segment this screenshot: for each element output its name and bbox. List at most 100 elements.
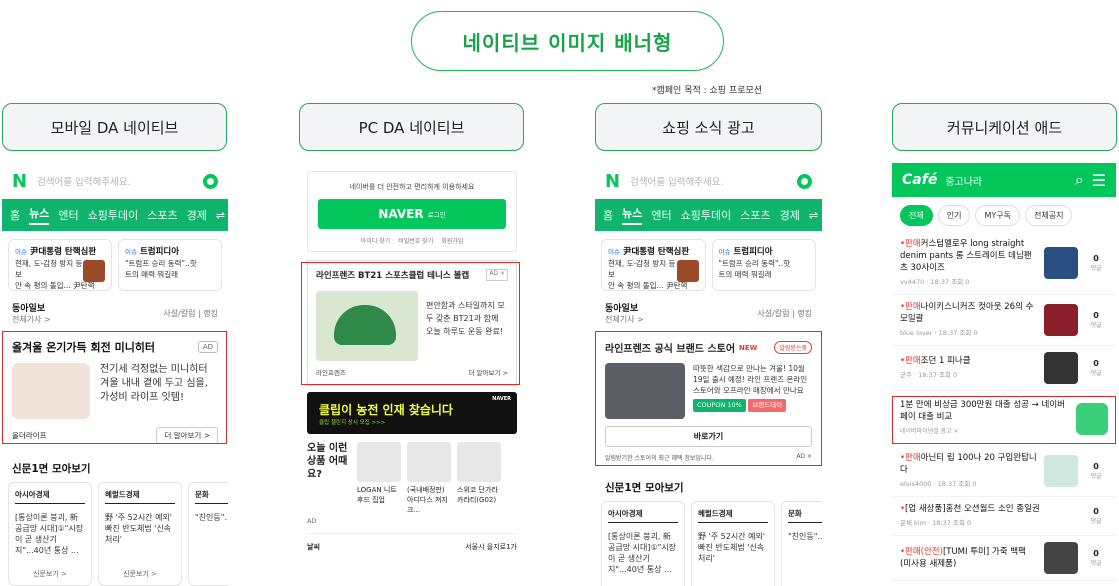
paper-card[interactable]: 아시아경제 [통상이론 붕괴, 新 공급망 시대]①"시장이 곧 생산기지"...…	[601, 501, 685, 586]
list-item[interactable]: •판매나이키스니커즈 컷아웃 26의 수모일괄 blue lover · 18:3…	[892, 295, 1116, 346]
shopping-news-ad[interactable]: 라인프렌즈 공식 브랜드 스토어 NEW 알림받는중 따뜻한 색감으로 만나는 겨울…	[595, 332, 822, 470]
post-prefix: •판매	[900, 453, 921, 463]
search-icon[interactable]: ⌕	[1075, 170, 1084, 190]
tab-sports[interactable]: 스포츠	[147, 207, 177, 223]
post-prefix: •판매	[900, 356, 921, 366]
new-badge: NEW	[739, 343, 758, 352]
tab-my-sub[interactable]: MY구독	[975, 205, 1020, 226]
tab-popular[interactable]: 인기	[937, 205, 971, 226]
tab-enter[interactable]: 엔터	[651, 207, 671, 223]
tab-sports[interactable]: 스포츠	[740, 207, 770, 223]
green-dot-icon[interactable]	[203, 173, 218, 189]
ad-title[interactable]: 라인프렌즈 BT21 스포츠클럽 테니스 볼캡	[316, 269, 469, 281]
find-id-link[interactable]: 아이디 찾기	[361, 236, 391, 245]
press-name[interactable]: 동아일보	[12, 304, 45, 314]
mobile-native-ad[interactable]: 올겨울 온기가득 회전 미니히터 AD 전기세 걱정없는 미니히터 겨울 내내 곁…	[2, 332, 228, 451]
press-name[interactable]: 동아일보	[605, 304, 638, 314]
post-image	[1044, 542, 1078, 574]
paper-card[interactable]: 헤럴드경제 野 '주 52시간 예외' 빠진 반도체법 '신속 처리' 신문보기 >	[98, 482, 182, 586]
login-button[interactable]: NAVER 로그인	[318, 199, 506, 229]
banner-sub: 클립 챌린지 상시 모집 >>>	[319, 419, 386, 426]
news-card[interactable]: 이슈 트럼피디아 "트럼프 승리 동력"..핫 트의 매력 뭐길래	[118, 239, 222, 291]
news-card[interactable]: 이슈 트럼피디아 "트럼프 승리 동력"..핫 트의 매력 뭐길래	[711, 239, 816, 291]
tab-all[interactable]: 전체	[900, 205, 933, 226]
shop-heading: 오늘 이런 상품 어때요?	[307, 443, 348, 480]
list-item[interactable]: •[업 새상품]홍천 오션월드 소인 종일권 운체 kim · 18:37 조회 …	[892, 497, 1116, 536]
post-image	[1044, 352, 1078, 384]
swap-icon[interactable]: ⇌	[216, 209, 225, 222]
news-line: 안 속 평의 돌입... 尹탄핵심...	[15, 281, 95, 290]
list-item[interactable]: •판매아닌티 립 100나 20 구입완탑니다 elvis4000 · 18:37…	[892, 446, 1116, 497]
paper-card[interactable]: 문화 "친인등"...	[188, 482, 228, 586]
press-links[interactable]: 사설/칼럼 | 랭킹	[163, 308, 218, 319]
find-password-link[interactable]: 비밀번호 찾기	[398, 236, 433, 245]
communication-ad[interactable]: 1분 만에 비상금 300만원 대출 성공 → 네이버페이 대출 비교네이버파이…	[892, 391, 1116, 446]
paper-card[interactable]: 아시아경제 [통상이론 붕괴, 新 공급망 시대]①"시장이 곧 생산기지"...…	[8, 482, 92, 586]
ad-badge[interactable]: AD ×	[796, 453, 812, 462]
search-input[interactable]: 검색어를 입력해주세요.	[630, 174, 787, 188]
weather-title[interactable]: 날씨	[307, 542, 320, 552]
ad-brand[interactable]: 올더라이프	[12, 430, 47, 441]
shop-item[interactable]: 스위코 단가라카라티(G02)	[457, 442, 501, 515]
tab-news[interactable]: 뉴스	[29, 205, 50, 225]
paper-text: 野 '주 52시간 예외' 빠진 반도체법 '신속 처리'	[105, 513, 173, 544]
news-card[interactable]: 이슈 尹대통령 탄핵심판 현재, 도-감청 방지 등 철통보 안 속 평의 돌입.…	[8, 239, 112, 291]
more-button[interactable]: 더 알아보기 >	[156, 427, 218, 444]
list-item[interactable]: •판매조던 1 피나클 군주 · 18:37 조회 0 0 댓글	[892, 346, 1116, 391]
alarm-pill[interactable]: 알림받는중	[774, 341, 812, 354]
search-input[interactable]: 검색어를 입력해주세요.	[37, 174, 193, 188]
product-name: 스위코 단가라카라티(G02)	[457, 486, 498, 504]
ad-title[interactable]: 라인프렌즈 공식 브랜드 스토어	[605, 340, 735, 355]
tab-home[interactable]: 홈	[10, 207, 20, 223]
tab-notice[interactable]: 전체공지	[1024, 205, 1073, 226]
news-card[interactable]: 이슈 尹대통령 탄핵심판 현재, 도-감청 방지 등 철통보 안 속 평의 돌입.…	[601, 239, 706, 291]
cap-image[interactable]	[316, 291, 418, 361]
paper-card[interactable]: 헤럴드경제 野 '주 52시간 예외' 빠진 반도체법 '신속 처리'	[691, 501, 775, 586]
paper-card[interactable]: 문화 "친인등"...	[781, 501, 822, 586]
tab-enter[interactable]: 엔터	[58, 207, 78, 223]
more-link[interactable]: 더 알아보기 >	[469, 367, 508, 377]
tab-shopping[interactable]: 쇼핑투데이	[88, 207, 139, 223]
heater-image[interactable]	[12, 363, 90, 419]
cafe-logo[interactable]: Café	[902, 172, 937, 188]
paper-link[interactable]: 신문보기 >	[9, 569, 91, 580]
coupon-badge: COUPON 10%	[693, 399, 746, 412]
press-links[interactable]: 사설/칼럼 | 랭킹	[757, 308, 812, 319]
menu-icon[interactable]: ☰	[1092, 171, 1106, 190]
goto-button[interactable]: 바로가기	[605, 426, 812, 447]
tab-home[interactable]: 홈	[603, 207, 613, 223]
press-sub[interactable]: 전체기사 >	[605, 315, 644, 324]
shop-item[interactable]: (국내배정판) 아디다스 져지 크...	[407, 442, 451, 515]
naver-logo-icon[interactable]: N	[605, 171, 620, 192]
signup-link[interactable]: 회원가입	[441, 236, 463, 245]
paper-text: "친인등"...	[195, 513, 228, 522]
tab-shopping[interactable]: 쇼핑투데이	[681, 207, 732, 223]
ad-label[interactable]: 네이버파이낸셜 광고 ×	[900, 426, 1068, 438]
cafe-name[interactable]: 중고나라	[945, 173, 1066, 188]
post-title: 아닌티 립 100나 20 구입완탑니다	[900, 453, 1037, 475]
ad-brand[interactable]: 라인프렌즈	[316, 367, 346, 377]
news-line: 안 속 평의 돌입... 尹탄핵심...	[608, 281, 688, 290]
paper-name: 헤럴드경제	[105, 489, 175, 504]
press-sub[interactable]: 전체기사 >	[12, 315, 51, 324]
pc-native-ad[interactable]: 라인프렌즈 BT21 스포츠클럽 테니스 볼캡 AD × 편안함과 스타일까지 모…	[307, 260, 517, 386]
ad-text[interactable]: 1분 만에 비상금 300만원 대출 성공 → 네이버페이 대출 비교	[900, 400, 1065, 422]
comment-count-value: 0	[1093, 462, 1099, 471]
naver-logo-icon[interactable]: N	[12, 171, 27, 192]
list-item[interactable]: •판매(안전)[TUMI 투미] 가죽 백팩 (미사용 새제품) 0 댓글	[892, 536, 1116, 581]
swap-icon[interactable]: ⇌	[809, 209, 818, 222]
paper-name: 문화	[195, 489, 228, 504]
paper-text: 野 '주 52시간 예외' 빠진 반도체법 '신속 처리'	[698, 532, 766, 563]
tab-economy[interactable]: 경제	[187, 207, 207, 223]
tab-economy[interactable]: 경제	[780, 207, 800, 223]
list-item[interactable]: •판매커스텀멜로우 long straight denim pants 롱 스트…	[892, 232, 1116, 295]
ad-title[interactable]: 올겨울 온기가득 회전 미니히터	[12, 339, 155, 355]
tab-news[interactable]: 뉴스	[622, 205, 643, 225]
paper-link[interactable]: 신문보기 >	[99, 569, 181, 580]
shop-item[interactable]: LOGAN 니트 후드 집업	[357, 442, 401, 515]
ad-badge[interactable]: AD ×	[486, 269, 508, 281]
clip-banner[interactable]: 클립이 농전 인재 찾습니다 클립 챌린지 상시 모집 >>> NAVER	[307, 392, 517, 434]
green-dot-icon[interactable]	[797, 173, 812, 189]
store-image[interactable]	[605, 363, 685, 419]
weather-location[interactable]: 서울시 을지로1가	[465, 542, 517, 552]
